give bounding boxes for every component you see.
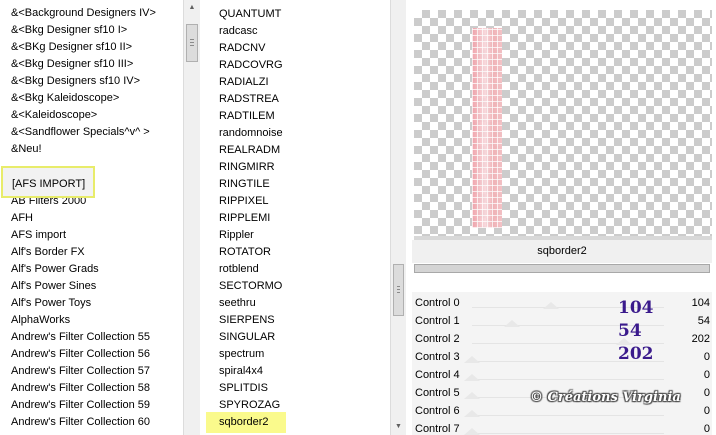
filter-item[interactable]: QUANTUMT: [219, 6, 281, 23]
filter-name-label: sqborder2: [412, 240, 712, 263]
slider-knob-icon[interactable]: [464, 428, 480, 435]
filter-item[interactable]: RADIALZI: [219, 74, 269, 91]
control-slider[interactable]: [464, 374, 664, 381]
control-value: 104: [691, 297, 710, 309]
filter-item[interactable]: spectrum: [219, 346, 264, 363]
control-value: 202: [691, 333, 710, 345]
slider-knob-icon[interactable]: [542, 302, 559, 309]
filter-item[interactable]: SINGULAR: [219, 329, 275, 346]
filter-item[interactable]: SECTORMO: [219, 278, 282, 295]
category-item[interactable]: &Neu!: [11, 141, 42, 158]
category-item[interactable]: &<Bkg Designers sf10 IV>: [11, 73, 140, 90]
filter-list[interactable]: QUANTUMT radcasc RADCNV RADCOVRG RADIALZI RAD…: [206, 0, 390, 435]
filter-item[interactable]: RADCNV: [219, 40, 265, 57]
filter-item[interactable]: REALRADM: [219, 142, 280, 159]
category-item[interactable]: &<Bkg Designer sf10 III>: [11, 56, 133, 73]
preview-border-image: [472, 28, 502, 228]
category-item[interactable]: &<Bkg Kaleidoscope>: [11, 90, 119, 107]
filter-item[interactable]: seethru: [219, 295, 256, 312]
control-row[interactable]: Control 2 202: [412, 330, 712, 348]
control-row[interactable]: Control 1 54: [412, 312, 712, 330]
category-item[interactable]: &<Kaleidoscope>: [11, 107, 97, 124]
filter-item[interactable]: SPLITDIS: [219, 380, 268, 397]
controls-list: Control 0 104 Control 1 54 Control 2 202 Contr…: [412, 292, 712, 435]
category-item[interactable]: Andrew's Filter Collection 56: [11, 346, 150, 363]
preview-area: [414, 10, 712, 236]
control-label: Control 4: [415, 369, 460, 381]
slider-knob-icon[interactable]: [504, 320, 521, 327]
slider-knob-icon[interactable]: [464, 392, 480, 399]
category-item[interactable]: &<Bkg Designer sf10 I>: [11, 22, 127, 39]
control-label: Control 3: [415, 351, 460, 363]
category-item[interactable]: Andrew's Filter Collection 58: [11, 380, 150, 397]
annotation-value-0: 104: [618, 298, 654, 318]
control-value: 0: [703, 405, 710, 417]
filter-item[interactable]: RADSTREA: [219, 91, 279, 108]
control-value: 0: [703, 369, 710, 381]
category-item[interactable]: AlphaWorks: [11, 312, 70, 329]
control-label: Control 1: [415, 315, 460, 327]
control-label: Control 5: [415, 387, 460, 399]
scroll-up-arrow-icon[interactable]: ▲: [184, 0, 200, 16]
control-slider[interactable]: [464, 428, 664, 435]
category-item[interactable]: Andrew's Filter Collection 60: [11, 414, 150, 431]
category-item[interactable]: Alf's Border FX: [11, 244, 85, 261]
control-value: 0: [703, 423, 710, 435]
category-item[interactable]: AFH: [11, 210, 33, 227]
filter-item[interactable]: Rippler: [219, 227, 254, 244]
category-list[interactable]: &<Background Designers IV> &<Bkg Designer…: [0, 0, 200, 435]
category-list-scroll-thumb[interactable]: [186, 24, 198, 62]
control-row[interactable]: Control 0 104: [412, 294, 712, 312]
watermark: © Créations Virginia: [530, 390, 681, 405]
slider-knob-icon[interactable]: [464, 410, 480, 417]
control-row[interactable]: Control 7 0: [412, 420, 712, 435]
category-item[interactable]: Alf's Power Toys: [11, 295, 91, 312]
scroll-down-arrow-icon[interactable]: ▼: [391, 419, 406, 435]
category-item-label: [AFS IMPORT]: [12, 178, 86, 190]
category-item[interactable]: AFS import: [11, 227, 66, 244]
filter-item[interactable]: radcasc: [219, 23, 258, 40]
filter-item[interactable]: ROTATOR: [219, 244, 271, 261]
filter-item[interactable]: RIPPIXEL: [219, 193, 269, 210]
control-value: 0: [703, 387, 710, 399]
filter-item[interactable]: RINGMIRR: [219, 159, 275, 176]
control-value: 54: [697, 315, 710, 327]
slider-knob-icon[interactable]: [464, 356, 480, 363]
control-label: Control 0: [415, 297, 460, 309]
progress-fill: [415, 265, 709, 272]
category-item[interactable]: &<Background Designers IV>: [11, 5, 156, 22]
filter-item[interactable]: RINGTILE: [219, 176, 270, 193]
filter-item-selected[interactable]: sqborder2: [219, 414, 269, 431]
category-list-scrollbar[interactable]: ▲: [183, 0, 200, 435]
slider-knob-icon[interactable]: [464, 374, 480, 381]
filter-item[interactable]: RADTILEM: [219, 108, 275, 125]
control-slider[interactable]: [464, 410, 664, 417]
category-item[interactable]: Alf's Power Sines: [11, 278, 96, 295]
control-value: 0: [703, 351, 710, 363]
annotation-value-2: 202: [618, 344, 654, 364]
filter-item[interactable]: rotblend: [219, 261, 259, 278]
category-item[interactable]: Andrew's Filter Collection 57: [11, 363, 150, 380]
category-item[interactable]: &<BKg Designer sf10 II>: [11, 39, 132, 56]
category-item[interactable]: Alf's Power Grads: [11, 261, 99, 278]
category-item-selected[interactable]: [AFS IMPORT]: [1, 166, 95, 198]
filter-list-scroll-thumb[interactable]: [393, 264, 404, 316]
filter-item[interactable]: randomnoise: [219, 125, 283, 142]
filter-item[interactable]: spiral4x4: [219, 363, 263, 380]
filter-item[interactable]: SIERPENS: [219, 312, 275, 329]
filter-item[interactable]: RIPPLEMI: [219, 210, 270, 227]
filter-list-scrollbar[interactable]: ▼: [390, 0, 406, 435]
control-label: Control 7: [415, 423, 460, 435]
progress-bar: [414, 264, 710, 273]
category-item[interactable]: Andrew's Filter Collection 59: [11, 397, 150, 414]
filter-item[interactable]: RADCOVRG: [219, 57, 283, 74]
category-item[interactable]: Andrew's Filter Collection 55: [11, 329, 150, 346]
control-row[interactable]: Control 3 0: [412, 348, 712, 366]
control-row[interactable]: Control 4 0: [412, 366, 712, 384]
control-label: Control 2: [415, 333, 460, 345]
annotation-value-1: 54: [618, 321, 642, 341]
control-label: Control 6: [415, 405, 460, 417]
category-item[interactable]: &<Sandflower Specials^v^ >: [11, 124, 150, 141]
